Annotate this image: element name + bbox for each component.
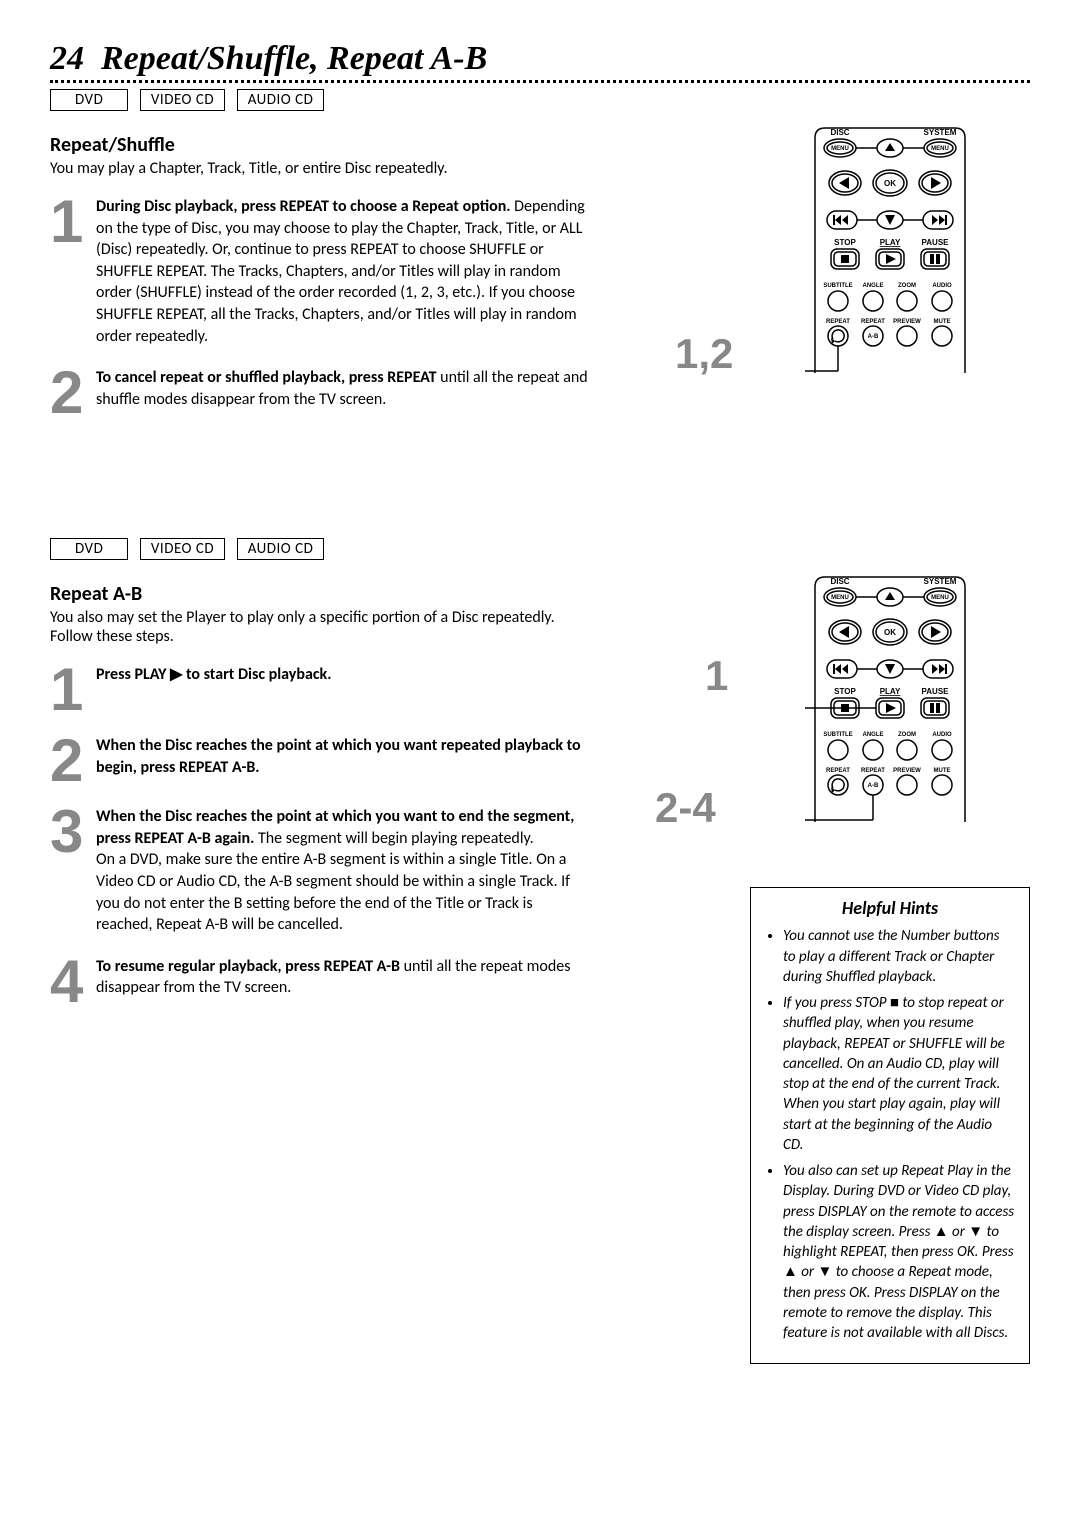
svg-text:ANGLE: ANGLE [863, 732, 884, 738]
svg-text:A-B: A-B [868, 783, 879, 789]
remote-svg: DISC SYSTEM MENU MENU OK [805, 123, 975, 383]
svg-text:MUTE: MUTE [934, 319, 951, 325]
step-body: When the Disc reaches the point at which… [96, 806, 590, 936]
section2-step-1: 1 Press PLAY ▶ to start Disc playback. [50, 664, 590, 715]
step-bold: When the Disc reaches the point at which… [96, 736, 581, 777]
badge-audio-cd: AUDIO CD [237, 89, 325, 111]
remote-svg-2: DISC SYSTEM MENU MENU OK STOP PLAY PAUSE [805, 572, 975, 832]
hint-item: If you press STOP ■ to stop repeat or sh… [783, 993, 1015, 1155]
svg-text:ZOOM: ZOOM [898, 732, 916, 738]
svg-text:AUDIO: AUDIO [932, 732, 952, 738]
svg-text:PREVIEW: PREVIEW [893, 319, 921, 325]
svg-text:STOP: STOP [834, 238, 856, 247]
step-number: 3 [50, 806, 96, 857]
svg-text:MUTE: MUTE [934, 768, 951, 774]
svg-text:PREVIEW: PREVIEW [893, 768, 921, 774]
step-body: During Disc playback, press REPEAT to ch… [96, 196, 590, 347]
svg-text:AUDIO: AUDIO [932, 283, 952, 289]
svg-text:MENU: MENU [831, 595, 849, 601]
svg-text:ANGLE: ANGLE [863, 283, 884, 289]
title-rule [50, 80, 1030, 83]
remote-illustration-1: 1,2 DISC SYSTEM MENU MENU OK [750, 123, 1030, 388]
svg-text:A-B: A-B [868, 334, 879, 340]
section1-step-1: 1 During Disc playback, press REPEAT to … [50, 196, 590, 347]
badge-dvd: DVD [50, 538, 128, 560]
section2-title: Repeat A-B [50, 582, 590, 606]
badge-audio-cd: AUDIO CD [237, 538, 325, 560]
step-bold: To cancel repeat or shuffled playback, p… [96, 368, 437, 387]
remote-illustration-2: 1 2-4 DISC SYSTEM MENU MENU OK STOP [750, 572, 1030, 837]
svg-text:PLAY: PLAY [880, 687, 901, 696]
svg-text:DISC: DISC [830, 128, 849, 137]
step-number: 2 [50, 367, 96, 418]
svg-text:OK: OK [884, 179, 896, 188]
page-number: 24 [50, 40, 84, 77]
svg-text:MENU: MENU [931, 146, 949, 152]
step-number: 1 [50, 196, 96, 247]
step-number: 1 [50, 664, 96, 715]
svg-text:REPEAT: REPEAT [826, 768, 850, 774]
svg-text:MENU: MENU [931, 595, 949, 601]
step-rest: Depending on the type of Disc, you may c… [96, 197, 585, 346]
section2-step-4: 4 To resume regular playback, press REPE… [50, 956, 590, 1007]
section1-step-2: 2 To cancel repeat or shuffled playback,… [50, 367, 590, 418]
remote-caption-1: 1,2 [675, 330, 733, 378]
svg-text:OK: OK [884, 628, 896, 637]
page-title-text: Repeat/Shuffle, Repeat A-B [101, 40, 487, 77]
hints-title: Helpful Hints [765, 896, 1015, 920]
svg-text:DISC: DISC [830, 577, 849, 586]
svg-text:MENU: MENU [831, 146, 849, 152]
helpful-hints-box: Helpful Hints You cannot use the Number … [750, 887, 1030, 1364]
svg-text:PAUSE: PAUSE [922, 687, 950, 696]
badge-video-cd: VIDEO CD [140, 538, 225, 560]
svg-text:SYSTEM: SYSTEM [924, 577, 957, 586]
svg-text:STOP: STOP [834, 687, 856, 696]
remote-caption-2b: 2-4 [655, 784, 716, 832]
step-bold: During Disc playback, press REPEAT to ch… [96, 197, 511, 216]
section1-badges: DVD VIDEO CD AUDIO CD [50, 89, 1030, 111]
svg-text:ZOOM: ZOOM [898, 283, 916, 289]
svg-text:SYSTEM: SYSTEM [924, 128, 957, 137]
section1-intro: You may play a Chapter, Track, Title, or… [50, 159, 590, 178]
svg-text:REPEAT: REPEAT [826, 319, 850, 325]
remote-caption-2a: 1 [705, 652, 728, 700]
section1-title: Repeat/Shuffle [50, 133, 590, 157]
svg-text:PLAY: PLAY [880, 238, 901, 247]
hints-list: You cannot use the Number buttons to pla… [765, 926, 1015, 1343]
step-body: To cancel repeat or shuffled playback, p… [96, 367, 590, 410]
step-bold: To resume regular playback, press REPEAT… [96, 957, 400, 976]
svg-text:SUBTITLE: SUBTITLE [823, 283, 852, 289]
section2-step-2: 2 When the Disc reaches the point at whi… [50, 735, 590, 786]
step-number: 4 [50, 956, 96, 1007]
hint-item: You also can set up Repeat Play in the D… [783, 1161, 1015, 1343]
step-body: To resume regular playback, press REPEAT… [96, 956, 590, 999]
section2-intro: You also may set the Player to play only… [50, 608, 590, 646]
section2-badges: DVD VIDEO CD AUDIO CD [50, 538, 1030, 560]
section2-step-3: 3 When the Disc reaches the point at whi… [50, 806, 590, 936]
step-body: Press PLAY ▶ to start Disc playback. [96, 664, 331, 686]
svg-text:REPEAT: REPEAT [861, 768, 885, 774]
svg-text:REPEAT: REPEAT [861, 319, 885, 325]
badge-video-cd: VIDEO CD [140, 89, 225, 111]
hint-item: You cannot use the Number buttons to pla… [783, 926, 1015, 987]
badge-dvd: DVD [50, 89, 128, 111]
svg-text:PAUSE: PAUSE [922, 238, 950, 247]
page-title: 24 Repeat/Shuffle, Repeat A-B [50, 40, 1030, 78]
step-bold: Press PLAY ▶ to start Disc playback. [96, 665, 331, 684]
step-number: 2 [50, 735, 96, 786]
step-body: When the Disc reaches the point at which… [96, 735, 590, 778]
svg-text:SUBTITLE: SUBTITLE [823, 732, 852, 738]
